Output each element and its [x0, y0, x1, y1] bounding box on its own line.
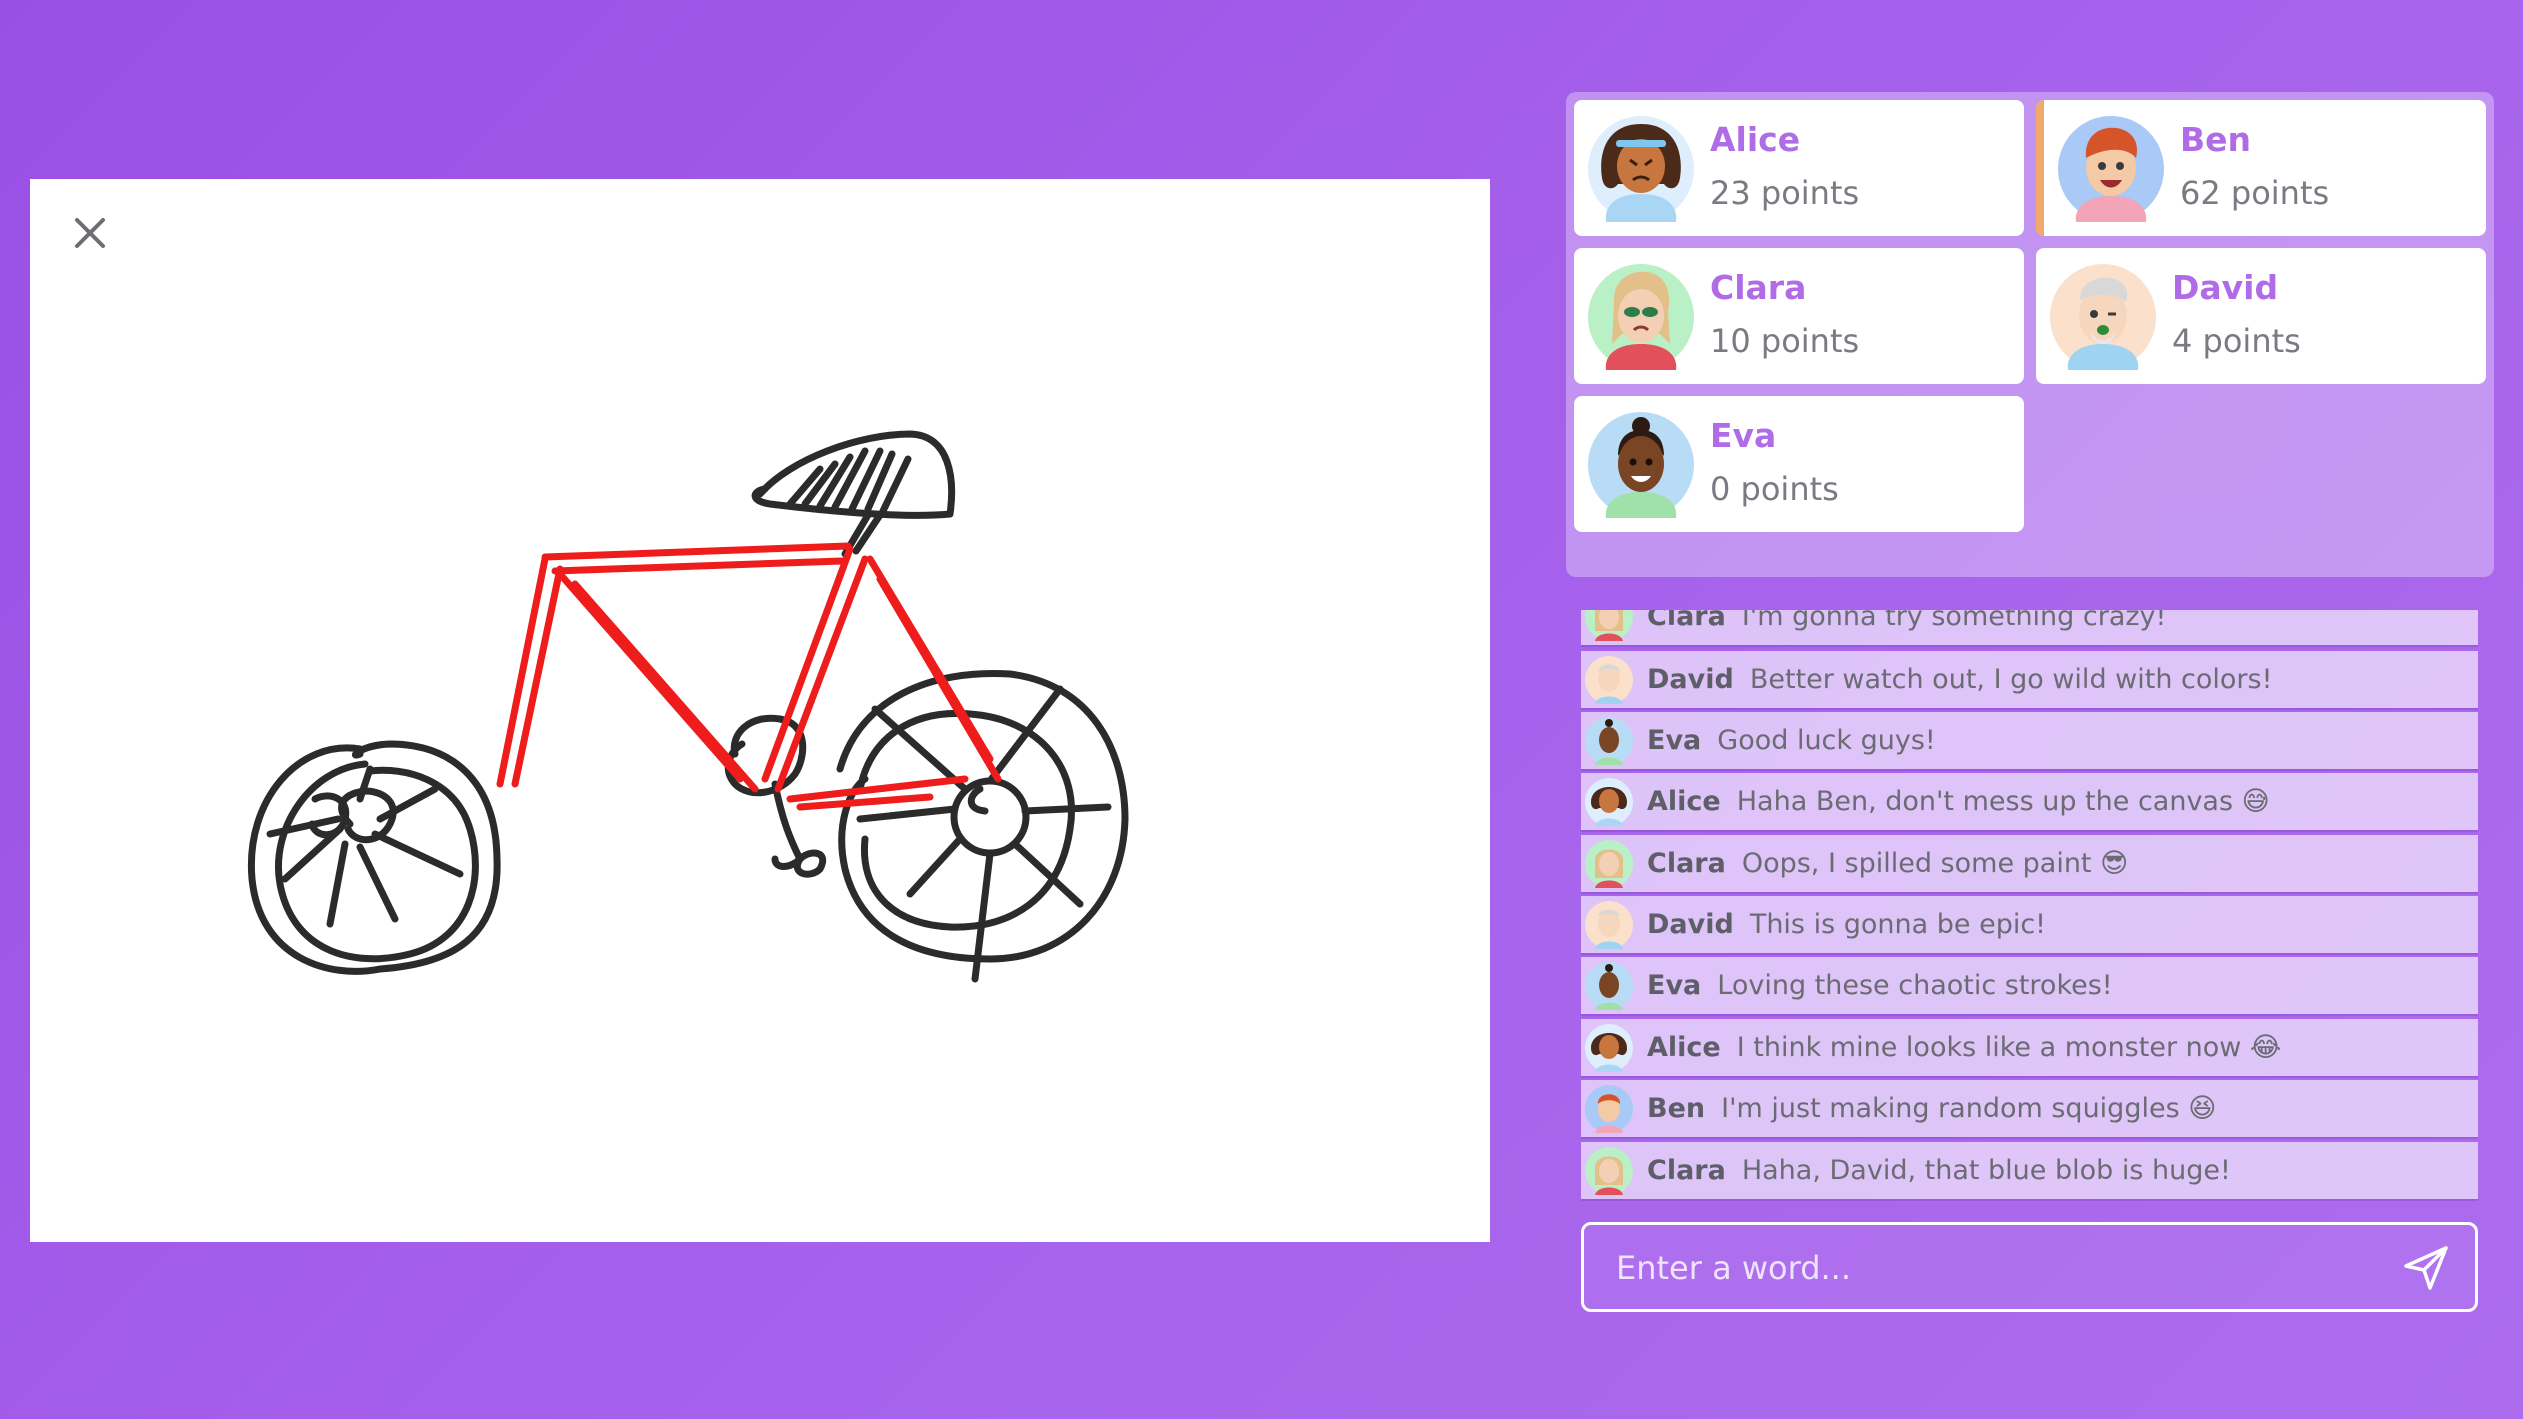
chat-author: Clara [1647, 1155, 1726, 1186]
bicycle-drawing [247, 430, 1129, 983]
word-input-box [1581, 1222, 2478, 1312]
avatar-eva-icon [1585, 961, 1633, 1010]
avatar-alice-icon [1585, 777, 1633, 826]
chat-author: Alice [1647, 786, 1721, 817]
avatar-clara-icon [1585, 1146, 1633, 1195]
players-panel: Alice 23 points Ben 62 points Clara 10 p… [1566, 92, 2494, 577]
avatar-clara-icon [1585, 610, 1633, 641]
avatar-clara-icon [1588, 264, 1694, 370]
avatar-david-icon [1585, 900, 1633, 949]
chat-text: I'm gonna try something crazy! [1741, 610, 2167, 632]
avatar-ben-icon [1585, 1084, 1633, 1133]
chat-message: Clara Oops, I spilled some paint 😎 [1581, 835, 2478, 892]
send-icon [2404, 1246, 2448, 1290]
chat-message: David Better watch out, I go wild with c… [1581, 651, 2478, 708]
chat-text: Loving these chaotic strokes! [1717, 970, 2113, 1001]
chat-text: Haha Ben, don't mess up the canvas 😅 [1736, 786, 2270, 817]
player-name: Ben [2180, 120, 2252, 159]
chat-author: Eva [1647, 725, 1702, 756]
player-points: 23 points [1710, 174, 1860, 212]
avatar-alice-icon [1588, 116, 1694, 222]
player-name: Clara [1710, 268, 1807, 307]
chat-text: Haha, David, that blue blob is huge! [1741, 1155, 2231, 1186]
player-points: 0 points [1710, 470, 1839, 508]
drawing-canvas[interactable] [30, 179, 1490, 1242]
stroke-back-wheel [247, 740, 501, 975]
chat-author: Clara [1647, 610, 1726, 632]
chat-author: Eva [1647, 970, 1702, 1001]
chat-message: Ben I'm just making random squiggles 😆 [1581, 1080, 2478, 1137]
player-card-clara: Clara 10 points [1574, 248, 2024, 384]
player-name: Alice [1710, 120, 1801, 159]
avatar-david-icon [1585, 655, 1633, 704]
chat-message: Clara Haha, David, that blue blob is hug… [1581, 1142, 2478, 1199]
avatar-eva-icon [1588, 412, 1694, 518]
chat-author: David [1647, 909, 1734, 940]
player-card-ben: Ben 62 points [2036, 100, 2486, 236]
player-points: 62 points [2180, 174, 2330, 212]
player-points: 10 points [1710, 322, 1860, 360]
player-card-david: David 4 points [2036, 248, 2486, 384]
chat-message: Clara I'm gonna try something crazy! [1581, 610, 2478, 645]
avatar-clara-icon [1585, 839, 1633, 888]
chat-text: I'm just making random squiggles 😆 [1721, 1093, 2217, 1124]
player-name: Eva [1710, 416, 1777, 455]
avatar-alice-icon [1585, 1023, 1633, 1072]
chat-text: Good luck guys! [1717, 725, 1936, 756]
stroke-front-wheel [836, 669, 1129, 983]
word-input[interactable] [1614, 1225, 2378, 1311]
stroke-seat [751, 430, 956, 558]
chat-text: I think mine looks like a monster now 😂 [1736, 1032, 2282, 1063]
chat-author: Clara [1647, 848, 1726, 879]
chat-message: David This is gonna be epic! [1581, 896, 2478, 953]
player-card-eva: Eva 0 points [1574, 396, 2024, 532]
chat-message: Eva Good luck guys! [1581, 712, 2478, 769]
chat-text: This is gonna be epic! [1749, 909, 2046, 940]
chat-message: Alice Haha Ben, don't mess up the canvas… [1581, 773, 2478, 830]
chat-text: Better watch out, I go wild with colors! [1749, 664, 2273, 695]
player-card-alice: Alice 23 points [1574, 100, 2024, 236]
chat-text: Oops, I spilled some paint 😎 [1741, 848, 2129, 879]
stroke-frame [496, 542, 1002, 811]
send-button[interactable] [2397, 1239, 2455, 1297]
avatar-david-icon [2050, 264, 2156, 370]
avatar-ben-icon [2058, 116, 2164, 222]
chat-message: Eva Loving these chaotic strokes! [1581, 957, 2478, 1014]
chat-author: Alice [1647, 1032, 1721, 1063]
player-points: 4 points [2172, 322, 2301, 360]
avatar-eva-icon [1585, 716, 1633, 765]
chat-author: David [1647, 664, 1734, 695]
player-name: David [2172, 268, 2279, 307]
chat-author: Ben [1647, 1093, 1706, 1124]
chat-list[interactable]: Clara I'm gonna try something crazy! Dav… [1581, 610, 2478, 1203]
chat-message: Alice I think mine looks like a monster … [1581, 1019, 2478, 1076]
